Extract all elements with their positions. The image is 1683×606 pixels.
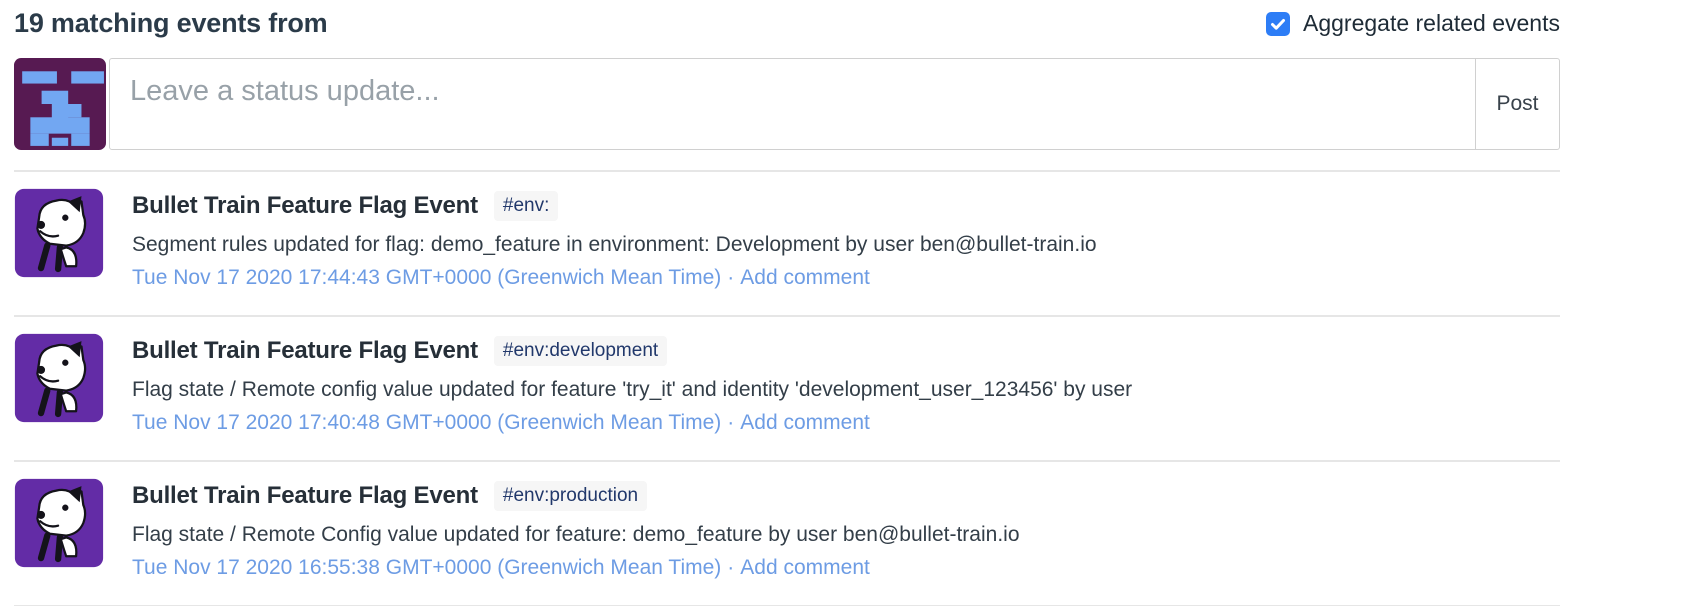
aggregate-related-events-toggle[interactable]: Aggregate related events — [1266, 10, 1560, 37]
page-title: 19 matching events from — [14, 8, 328, 39]
event-description: Segment rules updated for flag: demo_fea… — [132, 231, 1097, 259]
events-list: Bullet Train Feature Flag Event #env: Se… — [14, 170, 1560, 606]
header: 19 matching events from Aggregate relate… — [14, 0, 1560, 48]
event-tag[interactable]: #env: — [494, 191, 558, 222]
event-tag[interactable]: #env:production — [494, 481, 647, 512]
check-icon — [1270, 16, 1286, 32]
event-meta: Tue Nov 17 2020 17:40:48 GMT+0000 (Green… — [132, 409, 1132, 437]
aggregate-checkbox-label: Aggregate related events — [1303, 10, 1560, 37]
event-body: Bullet Train Feature Flag Event #env:pro… — [132, 477, 1020, 582]
status-update-input[interactable] — [110, 59, 1475, 149]
status-composer: Post — [14, 58, 1560, 150]
event-meta: Tue Nov 17 2020 17:44:43 GMT+0000 (Green… — [132, 264, 1097, 292]
event-timestamp-link[interactable]: Tue Nov 17 2020 16:55:38 GMT+0000 (Green… — [132, 556, 721, 579]
datadog-dog-icon — [14, 188, 104, 278]
meta-separator: · — [727, 556, 734, 579]
event-row: Bullet Train Feature Flag Event #env: Se… — [14, 170, 1560, 315]
event-row: Bullet Train Feature Flag Event #env:dev… — [14, 315, 1560, 460]
event-title: Bullet Train Feature Flag Event — [132, 482, 478, 510]
user-pixel-avatar-icon — [14, 58, 106, 150]
event-tag[interactable]: #env:development — [494, 336, 667, 367]
event-title: Bullet Train Feature Flag Event — [132, 337, 478, 365]
event-timestamp-link[interactable]: Tue Nov 17 2020 17:44:43 GMT+0000 (Green… — [132, 266, 721, 289]
event-body: Bullet Train Feature Flag Event #env: Se… — [132, 187, 1097, 292]
add-comment-link[interactable]: Add comment — [740, 556, 870, 579]
add-comment-link[interactable]: Add comment — [740, 266, 870, 289]
event-row: Bullet Train Feature Flag Event #env:pro… — [14, 460, 1560, 605]
event-timestamp-link[interactable]: Tue Nov 17 2020 17:40:48 GMT+0000 (Green… — [132, 411, 721, 434]
event-description: Flag state / Remote config value updated… — [132, 376, 1132, 404]
event-stream-panel: 19 matching events from Aggregate relate… — [14, 0, 1560, 606]
event-body: Bullet Train Feature Flag Event #env:dev… — [132, 332, 1132, 437]
post-button[interactable]: Post — [1475, 59, 1559, 149]
aggregate-checkbox[interactable] — [1266, 12, 1290, 36]
event-title: Bullet Train Feature Flag Event — [132, 192, 478, 220]
event-description: Flag state / Remote Config value updated… — [132, 521, 1020, 549]
status-update-box: Post — [109, 58, 1560, 150]
meta-separator: · — [727, 411, 734, 434]
meta-separator: · — [727, 266, 734, 289]
add-comment-link[interactable]: Add comment — [740, 411, 870, 434]
event-meta: Tue Nov 17 2020 16:55:38 GMT+0000 (Green… — [132, 554, 1020, 582]
datadog-dog-icon — [14, 478, 104, 568]
datadog-dog-icon — [14, 333, 104, 423]
